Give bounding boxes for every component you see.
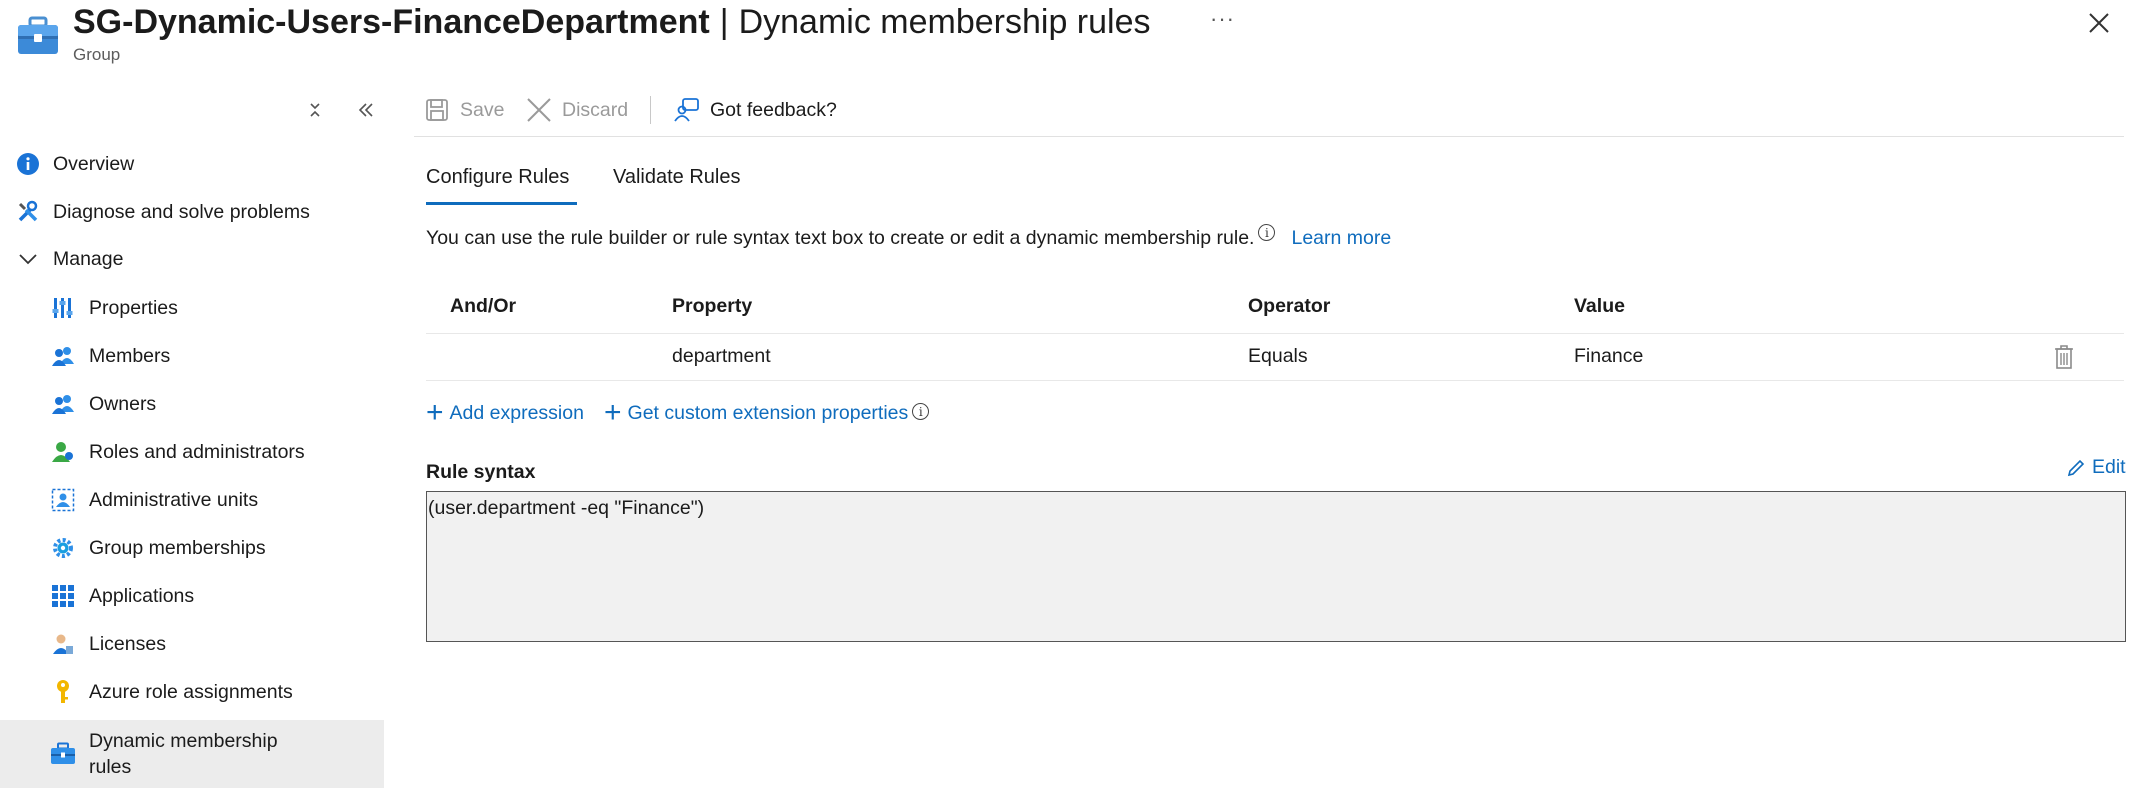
pencil-icon — [2066, 458, 2086, 478]
sidebar-item-label: Properties — [89, 296, 178, 319]
tab-configure-rules[interactable]: Configure Rules — [426, 166, 569, 189]
sidebar-item-label: Administrative units — [89, 488, 259, 511]
table-header-divider — [426, 333, 2124, 334]
toolbar-divider — [650, 96, 651, 124]
rule-syntax-textbox[interactable]: (user.department -eq "Finance") — [426, 491, 2126, 642]
learn-more-link[interactable]: Learn more — [1291, 227, 1391, 250]
description: You can use the rule builder or rule syn… — [426, 224, 1391, 250]
feedback-label: Got feedback? — [710, 98, 837, 121]
rule-syntax-label: Rule syntax — [426, 461, 536, 483]
group-briefcase-icon — [16, 16, 60, 56]
info-icon[interactable]: i — [1258, 224, 1276, 241]
sidebar-item-admin-units[interactable]: Administrative units — [0, 486, 384, 514]
feedback-button[interactable]: Got feedback? — [674, 92, 837, 128]
column-header-value: Value — [1574, 295, 1625, 317]
admin-units-icon — [50, 487, 76, 513]
sidebar-item-members[interactable]: Members — [0, 342, 384, 370]
edit-label: Edit — [2092, 456, 2126, 478]
sidebar-item-group-memberships[interactable]: Group memberships — [0, 534, 384, 562]
sidebar-item-label: Overview — [53, 152, 135, 175]
discard-button[interactable]: Discard — [526, 92, 628, 128]
properties-icon — [50, 295, 76, 321]
sidebar-item-label: Diagnose and solve problems — [53, 200, 310, 223]
page-name: Dynamic membership rules — [738, 2, 1151, 41]
column-header-and-or: And/Or — [450, 295, 517, 317]
discard-label: Discard — [562, 98, 629, 121]
sidebar-item-licenses[interactable]: Licenses — [0, 630, 384, 658]
page-title: SG-Dynamic-Users-FinanceDepartment | Dyn… — [73, 0, 1151, 44]
close-icon[interactable] — [2086, 10, 2112, 36]
license-icon — [50, 631, 76, 657]
collapse-sidebar-icon[interactable] — [354, 98, 378, 122]
cell-value[interactable]: Finance — [1574, 345, 1643, 368]
sidebar-item-label: Members — [89, 344, 171, 367]
sidebar-item-diagnose[interactable]: Diagnose and solve problems — [0, 198, 384, 226]
sidebar-item-label: Applications — [89, 584, 195, 607]
plus-icon: + — [426, 396, 444, 429]
description-text: You can use the rule builder or rule syn… — [426, 227, 1255, 249]
sidebar-item-applications[interactable]: Applications — [0, 582, 384, 610]
table-row-divider — [426, 380, 2124, 381]
column-header-property: Property — [672, 295, 753, 317]
cell-operator[interactable]: Equals — [1248, 345, 1308, 368]
get-custom-extension-label: Get custom extension properties — [627, 401, 909, 424]
selected-tab-indicator — [426, 202, 577, 205]
delete-row-icon[interactable] — [2053, 344, 2075, 370]
collapse-arrows-icon[interactable] — [303, 98, 327, 122]
sidebar-item-properties[interactable]: Properties — [0, 294, 384, 322]
sidebar-item-roles[interactable]: Roles and administrators — [0, 438, 384, 466]
sidebar-item-label: Roles and administrators — [89, 440, 305, 463]
roles-icon — [50, 439, 76, 465]
briefcase-icon — [50, 741, 76, 767]
get-custom-extension-properties-button[interactable]: + Get custom extension properties i — [604, 396, 930, 429]
resource-type-subtitle: Group — [73, 45, 121, 64]
sidebar-item-label: Group memberships — [89, 536, 266, 559]
column-header-operator: Operator — [1248, 295, 1331, 317]
title-separator: | — [719, 2, 729, 41]
grid-icon — [50, 583, 76, 609]
sidebar-item-overview[interactable]: Overview — [0, 150, 384, 178]
edit-rule-syntax-button[interactable]: Edit — [2066, 456, 2126, 479]
info-icon — [15, 151, 41, 177]
members-icon — [50, 343, 76, 369]
sidebar-item-manage[interactable]: Manage — [0, 245, 384, 273]
toolbar-divider-line — [414, 136, 2124, 137]
save-icon — [424, 97, 450, 123]
key-icon — [50, 679, 76, 705]
more-options-button[interactable]: ··· — [1210, 6, 1235, 32]
wrench-icon — [15, 199, 41, 225]
sidebar-item-owners[interactable]: Owners — [0, 390, 384, 418]
owners-icon — [50, 391, 76, 417]
add-expression-button[interactable]: + Add expression — [426, 398, 584, 428]
cell-property[interactable]: department — [672, 345, 771, 368]
add-expression-label: Add expression — [449, 401, 584, 424]
sidebar-item-label: Manage — [53, 247, 124, 270]
sidebar-item-label: Azure role assignments — [89, 680, 293, 703]
save-button[interactable]: Save — [424, 92, 504, 128]
info-icon[interactable]: i — [912, 403, 930, 420]
sidebar-item-label: Dynamic membership rules — [89, 730, 278, 778]
sidebar-item-dynamic-membership-rules[interactable]: Dynamic membership rules — [0, 720, 384, 788]
discard-icon — [526, 97, 552, 123]
sidebar-item-azure-role-assignments[interactable]: Azure role assignments — [0, 678, 384, 706]
save-label: Save — [460, 98, 505, 121]
plus-icon: + — [604, 396, 622, 429]
sidebar-item-label: Owners — [89, 392, 157, 415]
gear-icon — [50, 535, 76, 561]
tab-validate-rules[interactable]: Validate Rules — [613, 166, 740, 189]
sidebar-item-label: Licenses — [89, 632, 166, 655]
feedback-icon — [674, 97, 700, 123]
resource-name: SG-Dynamic-Users-FinanceDepartment — [73, 2, 710, 41]
chevron-down-icon — [15, 246, 41, 272]
